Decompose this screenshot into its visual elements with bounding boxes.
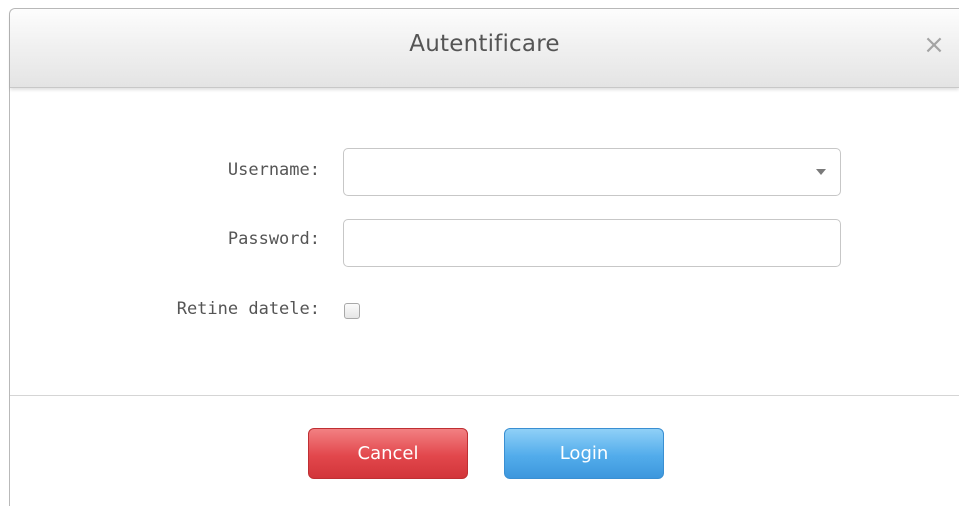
remember-label: Retine datele: bbox=[176, 299, 320, 319]
remember-checkbox[interactable] bbox=[344, 303, 360, 319]
username-label: Username: bbox=[227, 160, 320, 180]
password-label: Password: bbox=[227, 229, 320, 249]
chevron-down-icon[interactable] bbox=[816, 169, 826, 175]
cancel-button[interactable]: Cancel bbox=[308, 428, 468, 479]
dialog-title: Autentificare bbox=[409, 31, 560, 57]
username-combobox[interactable] bbox=[343, 148, 841, 196]
footer-divider bbox=[10, 395, 959, 396]
password-input[interactable] bbox=[354, 220, 798, 266]
password-field[interactable] bbox=[343, 219, 841, 267]
username-input[interactable] bbox=[354, 149, 798, 195]
login-button[interactable]: Login bbox=[504, 428, 664, 479]
close-icon[interactable]: × bbox=[920, 29, 948, 61]
login-dialog: Autentificare × Username: Password: Reti… bbox=[9, 8, 959, 506]
dialog-header: Autentificare × bbox=[10, 9, 959, 88]
